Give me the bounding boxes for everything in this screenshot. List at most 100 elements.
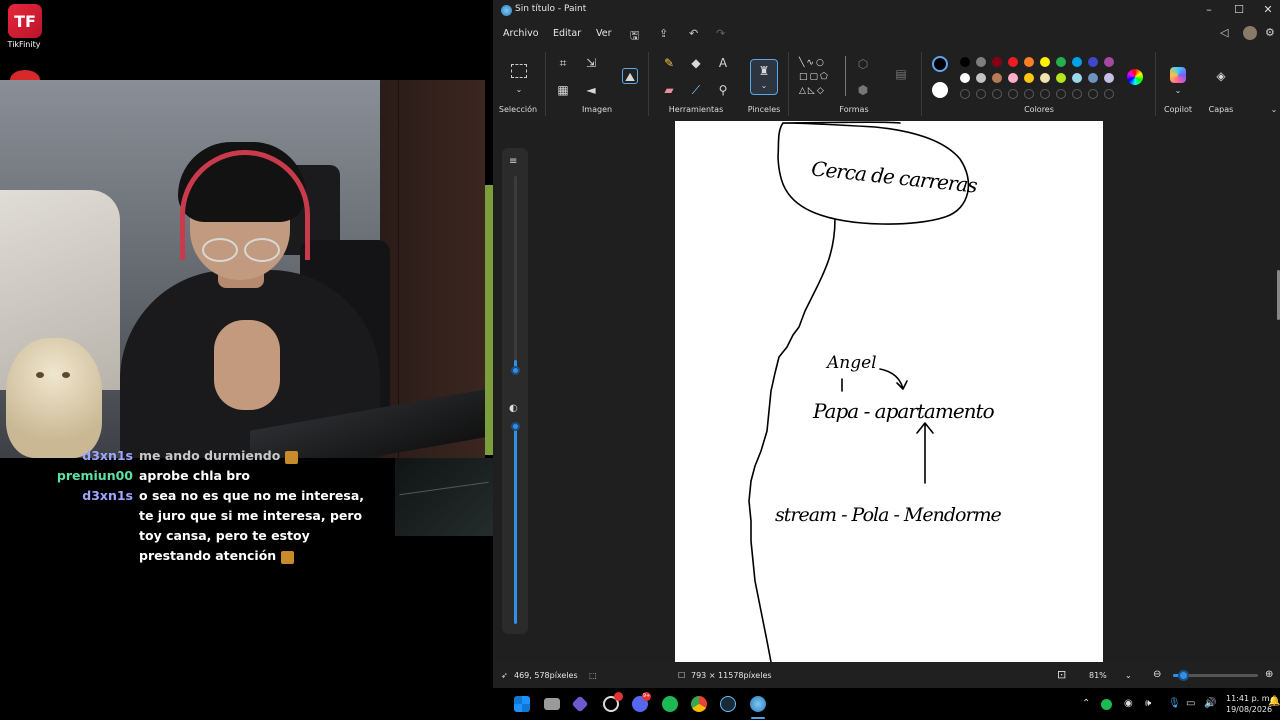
color-swatch[interactable] [992,73,1002,83]
ribbon-collapse-icon[interactable]: ⌄ [1266,102,1280,118]
color-swatch[interactable] [992,57,1002,67]
fit-to-window-icon[interactable]: ⊡ [1057,668,1066,681]
shapes-scrollbar[interactable] [845,56,847,96]
volume-icon[interactable]: 🔊 [1204,698,1216,709]
empty-color-slot[interactable] [1008,89,1018,99]
size-slider-track[interactable] [514,176,517,371]
chevron-down-icon[interactable]: ⌄ [1125,671,1132,680]
fill-bucket-icon[interactable]: ◆ [688,55,704,71]
color-swatch[interactable] [1104,57,1114,67]
pencil-icon[interactable]: ✎ [661,55,677,71]
shape-fill-icon[interactable]: ⬢ [855,82,871,98]
close-icon[interactable]: ✕ [1261,3,1275,16]
layers-icon[interactable]: ◈ [1213,68,1229,84]
ribbon-separator [1155,52,1156,116]
color-swatch[interactable] [960,73,970,83]
color-swatch[interactable] [1056,73,1066,83]
drawing-canvas[interactable]: Cerca de carreras Angel Papa - apartamen… [675,121,1103,662]
resize-icon[interactable]: ⇲ [583,55,599,71]
notifications-bell-icon[interactable]: 🔔 [1268,696,1280,707]
text-tool-icon[interactable]: A [715,55,731,71]
color-swatch[interactable] [1024,73,1034,83]
chrome-icon[interactable] [691,696,707,712]
color-wheel-icon[interactable] [1127,69,1143,85]
color-swatch[interactable] [1008,73,1018,83]
windows-start-icon[interactable] [514,696,530,712]
empty-color-slot[interactable] [992,89,1002,99]
color-swatch[interactable] [1040,57,1050,67]
steam-icon[interactable] [720,696,736,712]
undo-icon[interactable]: ↶ [689,27,698,40]
brushes-button[interactable]: ♜ ⌄ [750,59,778,95]
magnifier-icon[interactable]: ⚲ [715,82,731,98]
tikfinity-widget[interactable]: TF TikFinity [8,4,44,49]
app-icon-1[interactable] [571,695,589,713]
network-icon[interactable]: ▭ [1186,698,1195,709]
secondary-color[interactable] [932,82,948,98]
paint-taskbar-icon[interactable] [750,696,766,712]
tray-discord-icon[interactable]: ◉ [1124,698,1133,709]
rect-select-icon[interactable] [511,64,527,78]
maximize-icon[interactable]: ☐ [1232,3,1246,16]
menu-archivo[interactable]: Archivo [503,28,539,39]
color-swatch[interactable] [1088,57,1098,67]
copilot-icon[interactable] [1170,67,1186,83]
zoom-out-icon[interactable]: ⊖ [1153,669,1161,680]
account-avatar[interactable] [1243,26,1257,40]
color-picker-icon[interactable]: ⟋ [688,82,704,98]
tray-overflow-icon[interactable]: ⌃ [1082,698,1090,709]
opacity-slider-handle[interactable] [511,422,520,431]
spotify-icon[interactable] [662,696,678,712]
system-clock[interactable]: 11:41 p. m. 19/08/2026 [1226,693,1272,715]
color-swatch[interactable] [1024,57,1034,67]
empty-color-slot[interactable] [1056,89,1066,99]
task-view-icon[interactable] [544,698,560,710]
minimize-icon[interactable]: – [1202,3,1216,16]
eraser-icon[interactable]: ▰ [661,82,677,98]
tray-audio-device-icon[interactable]: 🕪 [1145,698,1151,709]
color-swatch[interactable] [976,57,986,67]
microphone-icon[interactable]: 🎙 [1168,698,1181,709]
color-swatch[interactable] [1104,73,1114,83]
feedback-icon[interactable]: ◁ [1220,26,1228,39]
settings-gear-icon[interactable]: ⚙ [1265,26,1275,39]
empty-color-slot[interactable] [1024,89,1034,99]
chat-username: d3xn1s [82,448,133,463]
empty-color-slot[interactable] [960,89,970,99]
save-icon[interactable]: 🖫 [630,27,639,46]
chevron-down-icon[interactable]: ⌄ [1170,83,1186,99]
rotate-icon[interactable]: ◄ [583,82,599,98]
shape-outline-icon[interactable]: ⬡ [855,56,871,72]
zoom-in-icon[interactable]: ⊕ [1265,669,1273,680]
empty-color-slot[interactable] [1088,89,1098,99]
empty-color-slot[interactable] [976,89,986,99]
color-swatch[interactable] [1072,73,1082,83]
shapes-gallery[interactable]: ╲∿○ □▢⬠ △◺◇ [799,56,845,102]
opacity-slider-fill[interactable] [514,424,517,624]
redo-icon[interactable]: ↷ [716,27,725,40]
crop-icon[interactable]: ⌗ [555,55,571,71]
empty-color-slot[interactable] [1040,89,1050,99]
menu-ver[interactable]: Ver [596,28,612,39]
menu-editar[interactable]: Editar [553,28,581,39]
image-generator-icon[interactable]: ⛰ [622,68,638,84]
color-swatch[interactable] [1056,57,1066,67]
shape-size-icon[interactable]: ▤ [893,66,909,82]
color-swatch[interactable] [1040,73,1050,83]
title-bar[interactable]: Sin título - Paint – ☐ ✕ [493,0,1280,22]
remove-background-icon[interactable]: ▦ [555,82,571,98]
color-swatch[interactable] [960,57,970,67]
empty-color-slot[interactable] [1104,89,1114,99]
size-slider-handle[interactable] [511,366,520,375]
color-swatch[interactable] [976,73,986,83]
color-swatch[interactable] [1072,57,1082,67]
zoom-slider-handle[interactable] [1178,670,1189,681]
share-icon[interactable]: ⇪ [659,27,668,40]
color-swatch[interactable] [1008,57,1018,67]
tray-spotify-icon[interactable] [1101,699,1112,710]
chevron-down-icon[interactable]: ⌄ [511,82,527,98]
zoom-level[interactable]: 81% [1089,671,1107,680]
empty-color-slot[interactable] [1072,89,1082,99]
color-swatch[interactable] [1088,73,1098,83]
primary-color[interactable] [932,56,948,72]
